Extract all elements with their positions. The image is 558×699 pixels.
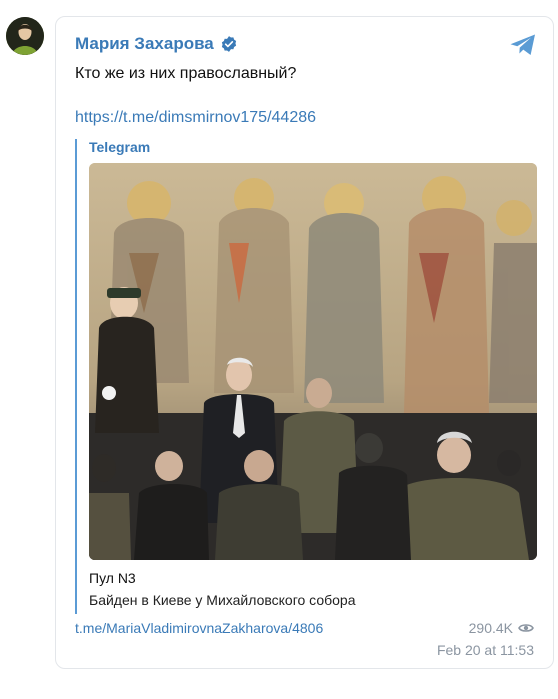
preview-source: Telegram <box>89 139 151 155</box>
post-text: Кто же из них православный? <box>75 65 297 82</box>
preview-description: Байден в Киеве у Михайловского собора <box>89 592 356 608</box>
telegram-icon[interactable] <box>509 33 537 57</box>
author-row: Мария Захарова <box>75 34 238 54</box>
eye-icon <box>518 624 534 632</box>
link-preview[interactable]: Telegram Пул N3 Байден в Киеве у Михайло… <box>75 139 537 614</box>
avatar[interactable] <box>6 17 44 55</box>
views-count: 290.4K <box>468 620 513 636</box>
views-counter: 290.4K <box>469 620 534 636</box>
author-name[interactable]: Мария Захарова <box>75 34 214 54</box>
verified-badge-icon <box>221 36 236 52</box>
post-link[interactable]: https://t.me/dimsmirnov175/44286 <box>75 109 316 127</box>
post-card: Мария Захарова Кто же из них православны… <box>55 16 554 669</box>
preview-title: Пул N3 <box>89 570 136 586</box>
channel-link[interactable]: t.me/MariaVladimirovnaZakharova/4806 <box>75 620 323 636</box>
avatar-image <box>6 17 44 55</box>
post-date[interactable]: Feb 20 at 11:53 <box>437 642 534 658</box>
preview-photo[interactable] <box>89 163 537 560</box>
preview-photo-image <box>89 163 537 560</box>
